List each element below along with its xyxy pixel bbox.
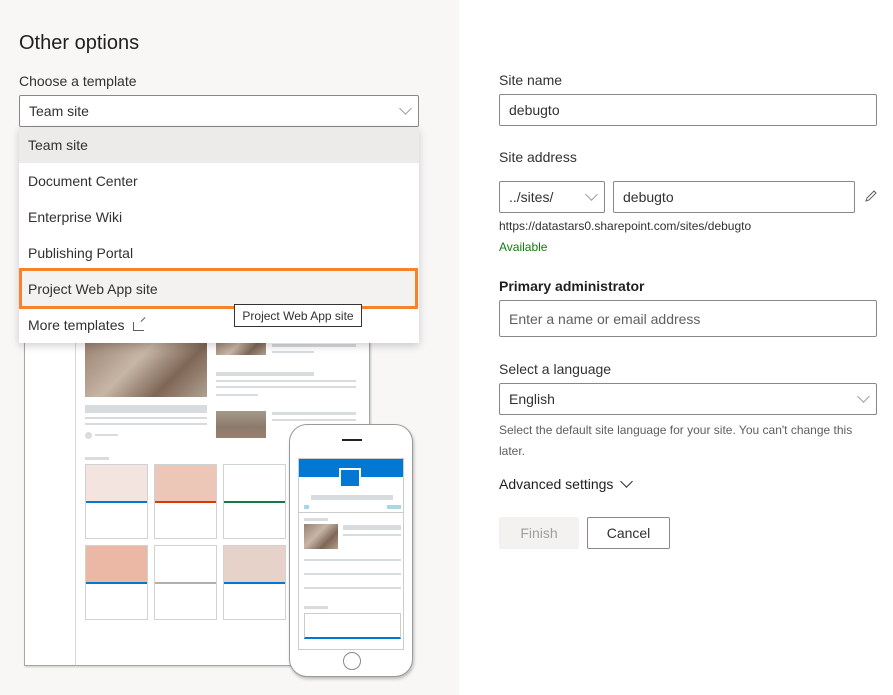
preview-line <box>216 380 356 382</box>
template-label: Choose a template <box>19 73 137 89</box>
site-name-value: debugto <box>509 102 560 118</box>
phone-speaker <box>342 439 362 441</box>
template-select[interactable]: Team site <box>19 95 419 127</box>
preview-line <box>216 386 356 388</box>
preview-line <box>85 423 207 425</box>
preview-line <box>216 394 258 396</box>
preview-line <box>272 344 356 347</box>
chevron-down-icon <box>620 474 634 488</box>
preview-dot <box>387 505 401 509</box>
template-select-value: Team site <box>29 103 89 119</box>
preview-line <box>343 534 401 536</box>
dropdown-item-document-center[interactable]: Document Center <box>19 163 419 199</box>
mobile-preview-illustration <box>289 424 413 677</box>
preview-line <box>304 606 328 609</box>
preview-line <box>304 518 328 521</box>
dropdown-item-publishing-portal[interactable]: Publishing Portal <box>19 235 419 271</box>
panel-title: Other options <box>19 32 140 54</box>
preview-line <box>85 417 207 419</box>
preview-card <box>85 545 148 620</box>
dropdown-item-label: Team site <box>28 137 88 153</box>
preview-line <box>216 372 314 376</box>
preview-heading-bar <box>85 405 207 413</box>
primary-admin-input[interactable]: Enter a name or email address <box>499 300 877 337</box>
preview-line <box>304 573 401 575</box>
preview-dot <box>304 505 309 509</box>
preview-card <box>154 464 217 539</box>
site-details-form: Site name debugto Site address ../sites/… <box>459 0 893 695</box>
preview-line <box>304 559 401 561</box>
dropdown-item-label: Publishing Portal <box>28 245 134 261</box>
language-select[interactable]: English <box>499 383 877 415</box>
dropdown-item-enterprise-wiki[interactable]: Enterprise Wiki <box>19 199 419 235</box>
cancel-button[interactable]: Cancel <box>587 517 670 549</box>
preview-card <box>223 464 286 539</box>
preview-thumb-image <box>304 524 338 549</box>
language-help-text: Select the default site language for you… <box>499 423 853 458</box>
preview-line <box>272 412 356 415</box>
preview-section-label <box>85 457 109 460</box>
preview-line <box>311 495 393 500</box>
advanced-settings-toggle[interactable]: Advanced settings <box>499 474 634 492</box>
preview-card <box>304 613 401 639</box>
dropdown-item-label: Document Center <box>28 173 138 189</box>
preview-card <box>85 464 148 539</box>
preview-card <box>223 545 286 620</box>
availability-status: Available <box>499 240 548 254</box>
dropdown-item-team-site[interactable]: Team site <box>19 127 419 163</box>
preview-thumb-image <box>216 411 266 438</box>
preview-nav-divider <box>75 301 76 665</box>
more-templates-label: More templates <box>28 317 125 333</box>
language-value: English <box>509 391 555 407</box>
preview-avatar <box>85 432 92 439</box>
pencil-icon[interactable] <box>864 189 878 203</box>
phone-screen <box>298 458 404 650</box>
preview-line <box>343 525 401 530</box>
tooltip: Project Web App site <box>234 304 362 327</box>
preview-hero-image <box>85 341 207 397</box>
preview-line <box>95 434 118 436</box>
dropdown-item-project-web-app-site[interactable]: Project Web App site <box>19 271 419 307</box>
preview-line <box>272 351 314 353</box>
preview-divider <box>299 512 403 513</box>
site-address-prefix-value: ../sites/ <box>509 189 554 205</box>
site-address-value: debugto <box>623 189 674 205</box>
chevron-down-icon <box>585 188 598 201</box>
chevron-down-icon <box>399 102 412 115</box>
advanced-settings-label: Advanced settings <box>499 476 614 492</box>
site-name-label: Site name <box>499 72 563 88</box>
chevron-down-icon <box>857 390 870 403</box>
site-address-prefix-select[interactable]: ../sites/ <box>499 181 605 213</box>
dropdown-item-label: Project Web App site <box>28 281 158 297</box>
preview-line <box>304 587 401 589</box>
template-preview-panel: Other options Choose a template Team sit… <box>0 0 459 695</box>
preview-card <box>154 545 217 620</box>
phone-site-logo <box>339 468 361 488</box>
phone-home-button <box>343 652 361 670</box>
site-address-label: Site address <box>499 149 577 165</box>
finish-button[interactable]: Finish <box>499 517 579 549</box>
external-link-icon <box>133 321 145 331</box>
site-address-input[interactable]: debugto <box>613 181 855 213</box>
preview-line <box>272 419 356 421</box>
dropdown-item-label: Enterprise Wiki <box>28 209 123 225</box>
primary-admin-label: Primary administrator <box>499 278 645 294</box>
primary-admin-placeholder: Enter a name or email address <box>509 310 701 327</box>
preview-thumb-image <box>216 341 266 355</box>
site-name-input[interactable]: debugto <box>499 94 877 126</box>
language-label: Select a language <box>499 361 612 377</box>
site-url: https://datastars0.sharepoint.com/sites/… <box>499 219 752 233</box>
